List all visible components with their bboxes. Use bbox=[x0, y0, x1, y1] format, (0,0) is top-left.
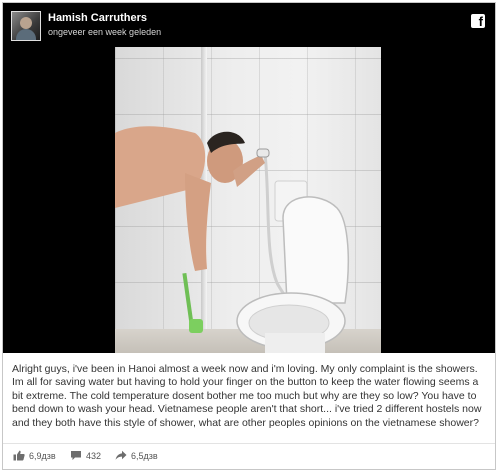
facebook-logo-letter: f bbox=[478, 14, 483, 28]
comment-icon bbox=[71, 451, 81, 460]
author-name[interactable]: Hamish Carruthers bbox=[48, 12, 147, 24]
post-header: Hamish Carruthers ongeveer een week gele… bbox=[3, 3, 495, 47]
thumbs-up-icon bbox=[13, 450, 25, 461]
video-scene-illustration bbox=[115, 126, 350, 353]
video-player[interactable] bbox=[3, 3, 495, 353]
video-frame-bathroom bbox=[115, 3, 381, 353]
author-avatar[interactable] bbox=[11, 11, 41, 41]
post-timestamp[interactable]: ongeveer een week geleden bbox=[48, 27, 161, 37]
comment-count-value: 432 bbox=[86, 451, 102, 461]
share-icon bbox=[115, 450, 127, 460]
post-caption: Alright guys, i've been in Hanoi almost … bbox=[12, 363, 482, 429]
facebook-icon[interactable]: f bbox=[471, 14, 485, 28]
like-count-value: 6,9дзв bbox=[29, 451, 56, 461]
share-count-value: 6,5дзв bbox=[131, 451, 158, 461]
facebook-post: Hamish Carruthers ongeveer een week gele… bbox=[2, 2, 496, 470]
divider bbox=[3, 443, 495, 444]
post-body: Alright guys, i've been in Hanoi almost … bbox=[3, 353, 495, 443]
